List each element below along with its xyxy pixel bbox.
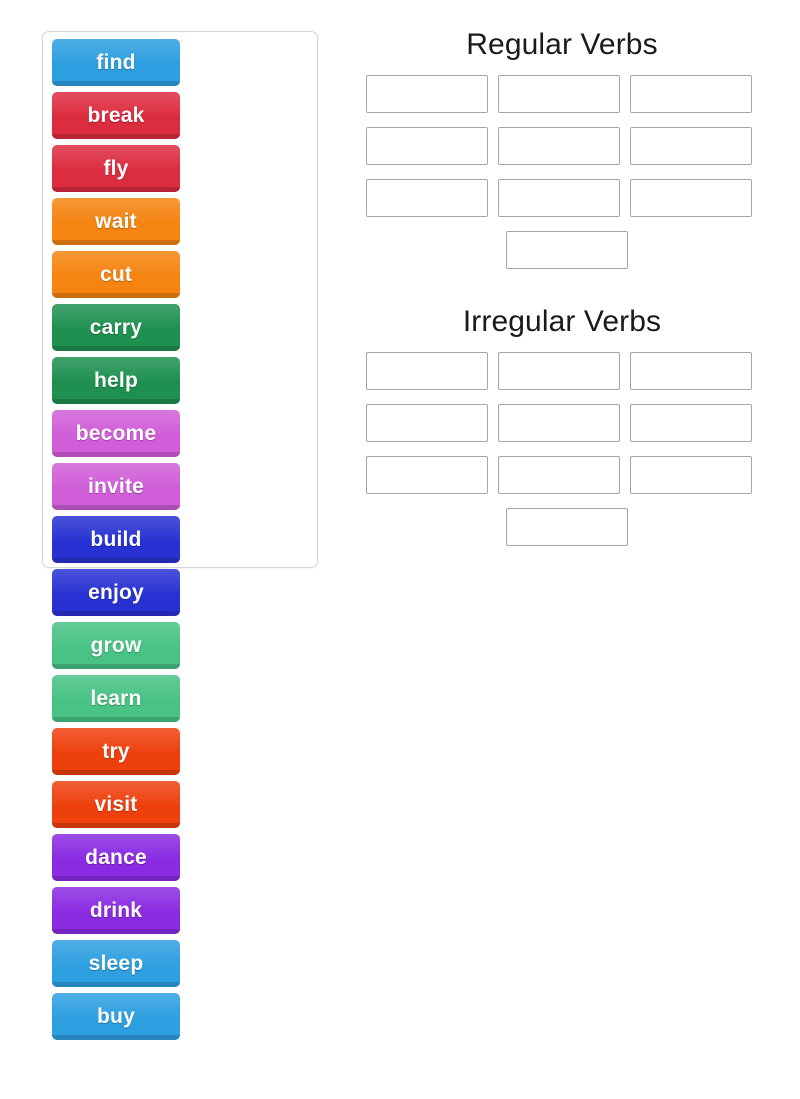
drop-slot[interactable] (366, 352, 488, 390)
groups-container: Regular Verbs Irregular Verbs (342, 28, 782, 566)
word-tile[interactable]: build (52, 516, 180, 563)
word-tile-label: cut (99, 263, 133, 286)
drop-slot[interactable] (366, 404, 488, 442)
word-tile[interactable]: sleep (52, 940, 180, 987)
slot-grid-regular (361, 75, 763, 283)
word-tile-label: grow (90, 634, 142, 657)
word-tile[interactable]: buy (52, 993, 180, 1040)
drop-slot[interactable] (498, 75, 620, 113)
word-tile-label: invite (87, 475, 145, 498)
group-regular: Regular Verbs (342, 28, 782, 283)
word-tile[interactable]: break (52, 92, 180, 139)
tile-grid: find break fly wait cut carry help become invite… (49, 39, 311, 1099)
word-tile-label: find (96, 51, 136, 74)
tile-placeholder (52, 1046, 180, 1093)
word-tile[interactable]: dance (52, 834, 180, 881)
drop-slot[interactable] (506, 231, 628, 269)
word-tile[interactable]: invite (52, 463, 180, 510)
group-title-irregular: Irregular Verbs (462, 305, 662, 338)
drop-slot[interactable] (498, 404, 620, 442)
word-tile-label: drink (89, 899, 143, 922)
drop-slot[interactable] (630, 404, 752, 442)
word-tile-label: learn (90, 687, 142, 710)
word-tile[interactable]: drink (52, 887, 180, 934)
drop-slot[interactable] (630, 456, 752, 494)
word-tile-label: wait (95, 210, 137, 233)
word-tile-label: carry (89, 316, 143, 339)
word-tile-label: break (87, 104, 145, 127)
word-tile[interactable]: visit (52, 781, 180, 828)
word-tile[interactable]: learn (52, 675, 180, 722)
drop-slot[interactable] (366, 75, 488, 113)
word-tile[interactable]: try (52, 728, 180, 775)
word-tile[interactable]: help (52, 357, 180, 404)
drop-slot[interactable] (630, 127, 752, 165)
word-tile-label: fly (103, 157, 129, 180)
word-tile[interactable]: wait (52, 198, 180, 245)
word-tile-label: become (75, 422, 157, 445)
drop-slot[interactable] (506, 508, 628, 546)
group-irregular: Irregular Verbs (342, 305, 782, 560)
word-tile-label: visit (94, 793, 138, 816)
drop-slot[interactable] (630, 75, 752, 113)
word-tile[interactable]: find (52, 39, 180, 86)
word-tile-label: dance (85, 846, 147, 869)
word-tile-label: sleep (88, 952, 144, 975)
word-tile-label: buy (97, 1005, 135, 1028)
drop-slot[interactable] (630, 352, 752, 390)
drop-slot[interactable] (498, 127, 620, 165)
drop-slot[interactable] (630, 179, 752, 217)
word-tile-label: build (90, 528, 142, 551)
word-tile[interactable]: cut (52, 251, 180, 298)
slot-grid-irregular (361, 352, 763, 560)
drop-slot[interactable] (366, 127, 488, 165)
drop-slot[interactable] (366, 179, 488, 217)
word-tile[interactable]: become (52, 410, 180, 457)
word-tile[interactable]: fly (52, 145, 180, 192)
word-tile[interactable]: grow (52, 622, 180, 669)
word-tile-label: help (94, 369, 138, 392)
word-tile[interactable]: carry (52, 304, 180, 351)
drop-slot[interactable] (498, 456, 620, 494)
word-tile-label: try (102, 740, 130, 763)
word-bank-panel: find break fly wait cut carry help become invite… (42, 31, 318, 1040)
group-title-regular: Regular Verbs (466, 28, 658, 61)
word-tile[interactable]: enjoy (52, 569, 180, 616)
drop-slot[interactable] (366, 456, 488, 494)
drop-slot[interactable] (498, 352, 620, 390)
drop-slot[interactable] (498, 179, 620, 217)
